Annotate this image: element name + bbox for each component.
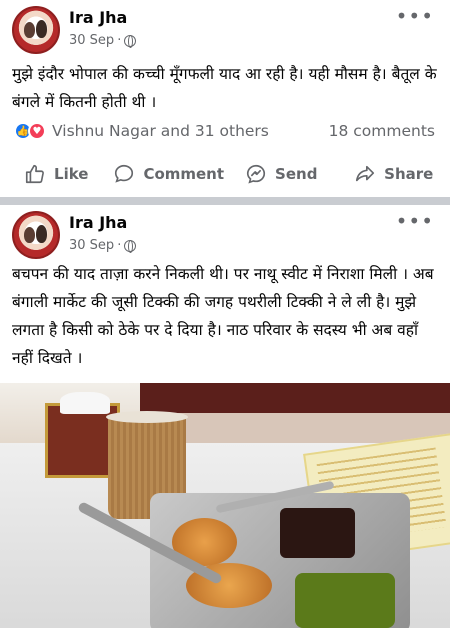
meta-separator: · (117, 33, 122, 48)
avatar-photo (24, 225, 48, 247)
share-button[interactable]: Share (338, 158, 450, 190)
reactions-text: Vishnu Nagar and 31 others (52, 122, 269, 140)
meta-separator: · (117, 238, 122, 253)
post-date[interactable]: 30 Sep (69, 238, 114, 253)
photo-wall-dark (140, 383, 450, 413)
more-options-button[interactable]: ••• (396, 4, 434, 28)
comment-button[interactable]: Comment (113, 158, 226, 190)
author-avatar[interactable] (12, 6, 60, 54)
share-arrow-icon (356, 165, 375, 182)
post-meta: 30 Sep · (69, 238, 137, 253)
photo-green-chutney (295, 573, 395, 628)
love-reaction-icon: ♥ (28, 122, 46, 140)
send-label: Send (275, 165, 318, 183)
post-meta: 30 Sep · (69, 33, 137, 48)
post-text: मुझे इंदौर भोपाल की कच्ची मूँगफली याद आ … (12, 65, 437, 111)
messenger-send-icon (246, 164, 266, 184)
photo-dark-chutney (280, 508, 355, 558)
share-label: Share (384, 165, 434, 183)
send-button[interactable]: Send (225, 158, 338, 190)
like-label: Like (54, 165, 89, 183)
post-actions-bar: Like Comment Send Share (0, 158, 450, 190)
post-text: बचपन की याद ताज़ा करने निकली थी। पर नाथू… (12, 265, 434, 367)
globe-icon (124, 239, 137, 253)
more-options-button[interactable]: ••• (396, 209, 434, 233)
comment-label: Comment (143, 165, 225, 183)
feed-post: Ira Jha 30 Sep · ••• मुझे इंदौर भोपाल की… (0, 0, 450, 197)
post-photo[interactable] (0, 383, 450, 628)
post-date[interactable]: 30 Sep (69, 33, 114, 48)
globe-icon (124, 34, 137, 48)
avatar-photo (24, 20, 48, 42)
thumbs-up-icon (25, 164, 44, 184)
comment-bubble-icon (115, 164, 134, 183)
reactions-summary[interactable]: 👍 ♥ Vishnu Nagar and 31 others (14, 122, 269, 140)
author-name[interactable]: Ira Jha (69, 8, 127, 27)
author-avatar[interactable] (12, 211, 60, 259)
author-name[interactable]: Ira Jha (69, 213, 127, 232)
comments-count[interactable]: 18 comments (329, 122, 435, 140)
feed-separator (0, 197, 450, 205)
like-button[interactable]: Like (0, 158, 113, 190)
